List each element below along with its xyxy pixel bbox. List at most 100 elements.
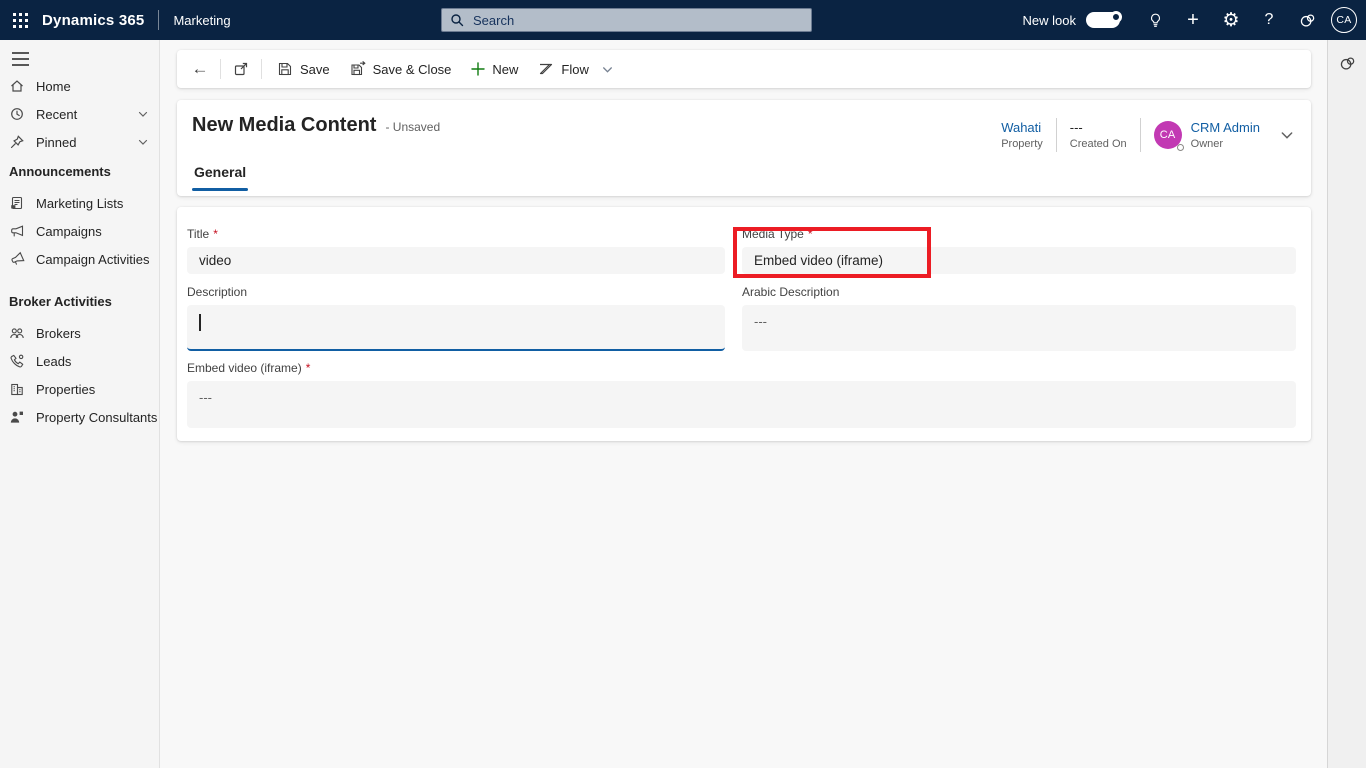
field-label: Media Type * — [742, 227, 813, 241]
tab-general[interactable]: General — [192, 164, 249, 191]
sidebar-item-campaign-activities[interactable]: Campaign Activities — [0, 245, 159, 273]
sidebar-group-header: Broker Activities — [9, 293, 112, 309]
megaphone-icon — [11, 225, 24, 237]
plus-icon — [471, 62, 486, 76]
megaphone-send-icon — [11, 251, 25, 265]
save-close-icon — [351, 61, 366, 76]
app-root: Dynamics 365 Marketing New look — [0, 0, 1366, 768]
search-icon — [451, 14, 464, 27]
sidebar-item-property-consultants[interactable]: Property Consultants — [0, 403, 159, 431]
command-divider — [220, 59, 221, 79]
home-icon — [11, 80, 23, 92]
active-tab-underline — [192, 188, 249, 191]
field-embed-video: Embed video (iframe) * --- — [187, 361, 1296, 428]
embed-video-textarea[interactable]: --- — [187, 381, 1296, 428]
save-and-close-button[interactable]: Save & Close — [340, 55, 462, 83]
list-document-icon — [11, 196, 23, 210]
copilot-button[interactable] — [1288, 0, 1326, 40]
command-divider — [261, 59, 262, 79]
required-marker: * — [213, 227, 218, 241]
flow-icon — [540, 63, 553, 75]
sidebar-item-properties[interactable]: Properties — [0, 375, 159, 403]
save-icon — [278, 62, 292, 76]
sidebar-item-label: Leads — [36, 353, 72, 369]
sidebar-item-pinned[interactable]: Pinned — [0, 128, 159, 156]
sidebar-item-label: Pinned — [36, 134, 77, 150]
field-label: Embed video (iframe) * — [187, 361, 311, 375]
global-search-box[interactable] — [441, 8, 812, 32]
collapse-sitemap-button[interactable] — [7, 46, 35, 72]
media-type-select[interactable]: Embed video (iframe) — [742, 247, 1296, 274]
sidebar-item-label: Campaigns — [36, 223, 102, 239]
pin-icon — [10, 135, 24, 149]
top-navigation-bar: Dynamics 365 Marketing New look — [0, 0, 1366, 40]
sidebar-top-items: Home Recent Pinned — [0, 72, 159, 156]
app-name[interactable]: Marketing — [173, 13, 230, 28]
plus-icon: + — [1187, 8, 1199, 31]
open-in-new-window-button[interactable] — [226, 55, 256, 83]
general-form-section: Title* Media Type* Embed video (iframe) … — [177, 207, 1311, 441]
lightbulb-icon — [1150, 13, 1160, 27]
waffle-icon — [12, 12, 28, 28]
sidebar-item-marketing-lists[interactable]: Marketing Lists — [0, 189, 159, 217]
owner-avatar[interactable]: CA — [1153, 121, 1184, 151]
people-icon — [10, 328, 24, 339]
save-button[interactable]: Save — [267, 55, 340, 83]
required-marker: * — [807, 227, 813, 241]
flow-dropdown-chevron[interactable] — [595, 55, 620, 83]
sidebar-item-label: Recent — [36, 106, 78, 122]
phone-icon — [10, 354, 24, 368]
record-header-card: New Media Content - Unsaved General Waha… — [177, 100, 1311, 196]
building-icon — [11, 383, 23, 396]
copilot-panel-button[interactable] — [1334, 50, 1360, 76]
sidebar-item-label: Campaign Activities — [36, 251, 150, 267]
title-input[interactable] — [187, 247, 725, 274]
hamburger-icon — [12, 52, 29, 66]
back-button[interactable]: ← — [185, 55, 215, 83]
owner-link[interactable]: CRM Admin — [1191, 120, 1260, 135]
sidebar-item-label: Brokers — [36, 325, 81, 341]
description-textarea[interactable] — [187, 305, 725, 351]
topbar-divider — [158, 10, 160, 30]
unsaved-status: - Unsaved — [385, 120, 441, 134]
sidebar-item-home[interactable]: Home — [0, 72, 159, 100]
header-field-owner: CA CRM Admin Owner — [1153, 120, 1260, 151]
toggle-knob — [1110, 11, 1122, 23]
ideas-lightbulb-button[interactable] — [1136, 0, 1174, 40]
chevron-down-icon — [1281, 132, 1293, 139]
header-field-property: Wahati Property — [1001, 120, 1043, 150]
sidebar-item-recent[interactable]: Recent — [0, 100, 159, 128]
avatar-initials: CA — [1336, 14, 1352, 26]
form-tabs: General — [192, 164, 249, 191]
sidebar-item-leads[interactable]: Leads — [0, 347, 159, 375]
sidebar-item-campaigns[interactable]: Campaigns — [0, 217, 159, 245]
text-caret — [199, 314, 201, 331]
new-look-toggle[interactable] — [1086, 11, 1122, 28]
collapse-header-chevron[interactable] — [1279, 127, 1295, 143]
sidebar-item-brokers[interactable]: Brokers — [0, 319, 159, 347]
app-launcher-button[interactable] — [0, 0, 40, 40]
arabic-description-textarea[interactable]: --- — [742, 305, 1296, 351]
copilot-side-rail — [1327, 40, 1366, 768]
header-divider — [1055, 118, 1057, 152]
new-button[interactable]: New — [461, 55, 528, 83]
chevron-down-icon — [138, 111, 148, 117]
field-title: Title * — [187, 227, 725, 274]
flow-button[interactable]: Flow — [528, 55, 598, 83]
sidebar-item-label: Marketing Lists — [36, 195, 124, 211]
brand-title[interactable]: Dynamics 365 — [42, 12, 144, 29]
main-content: ← Save Save & Close New Flow New Media C… — [161, 40, 1327, 768]
question-mark-icon: ? — [1264, 11, 1274, 28]
search-input[interactable] — [471, 11, 803, 29]
settings-button[interactable]: ⚙ — [1212, 0, 1250, 40]
sidebar-item-label: Home — [36, 78, 71, 94]
help-button[interactable]: ? — [1250, 0, 1288, 40]
field-label: Description — [187, 285, 248, 299]
property-link[interactable]: Wahati — [1001, 120, 1043, 135]
person-badge-icon — [10, 411, 23, 423]
quick-create-button[interactable]: + — [1174, 0, 1212, 40]
record-title-row: New Media Content - Unsaved — [192, 114, 440, 137]
user-avatar[interactable]: CA — [1331, 7, 1357, 33]
new-look-label: New look — [1022, 12, 1076, 28]
field-arabic-description: Arabic Description --- — [742, 285, 1296, 351]
